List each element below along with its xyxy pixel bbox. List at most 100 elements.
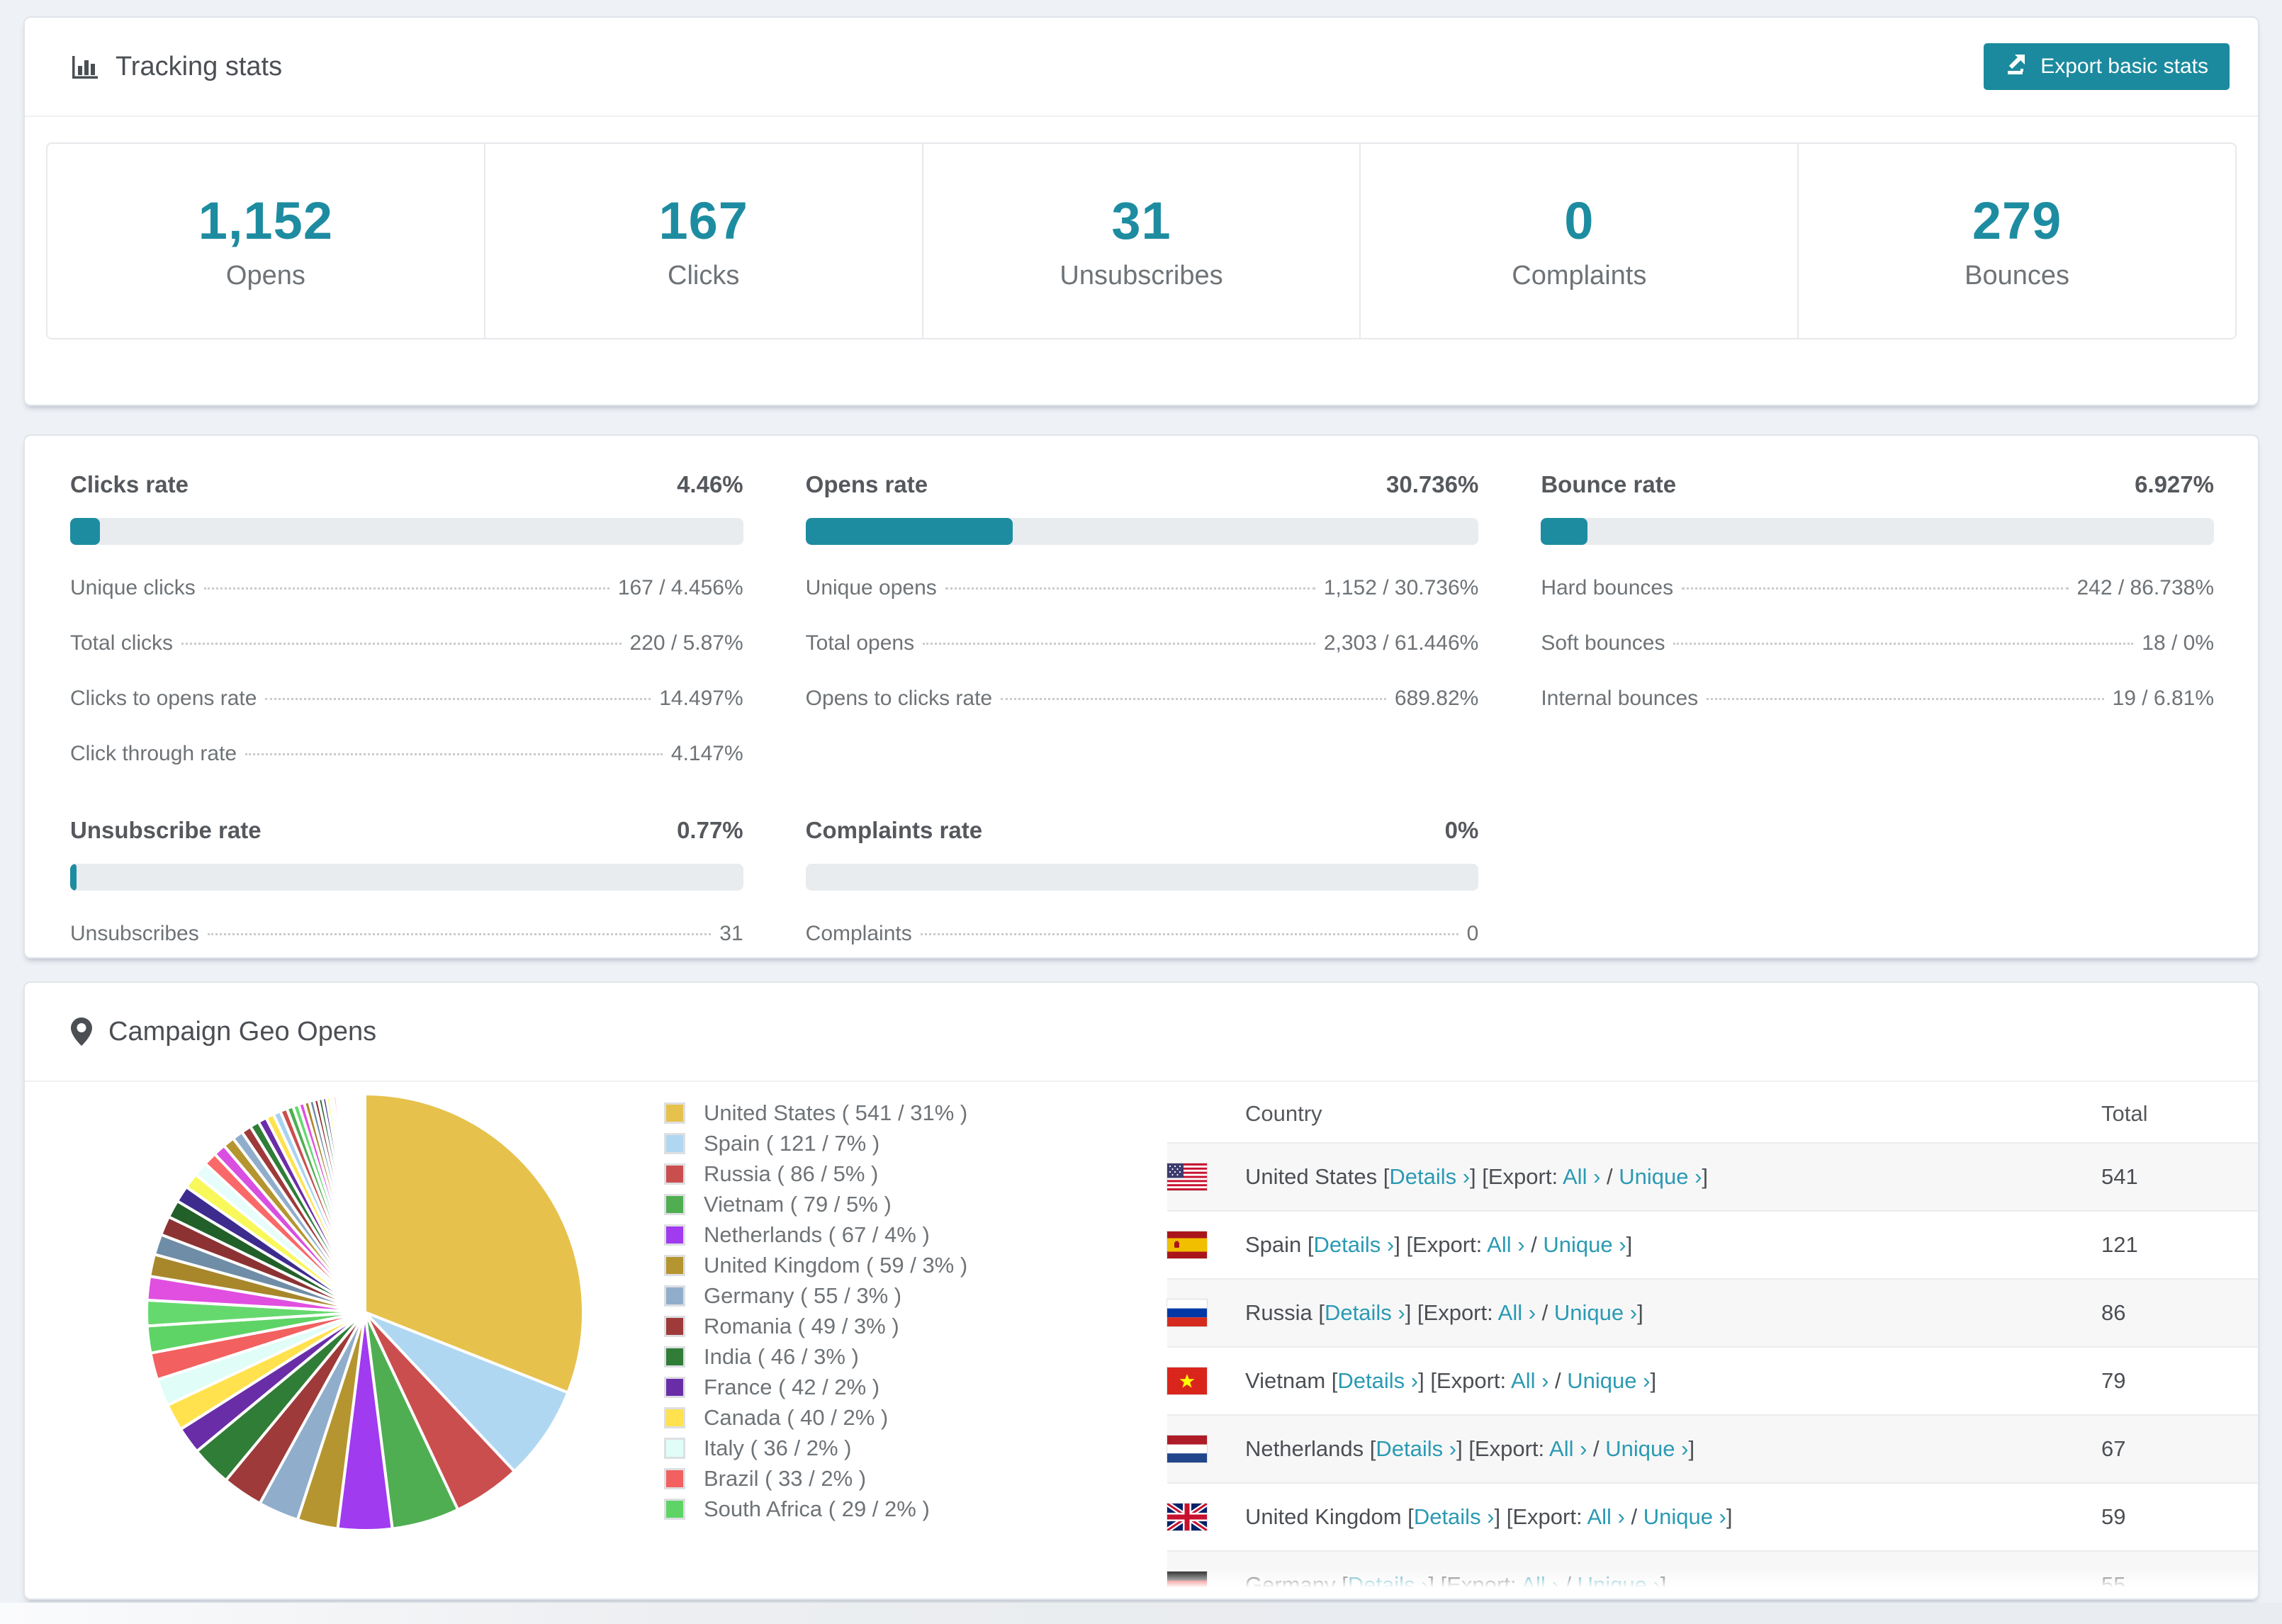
- details-link[interactable]: Details ›: [1325, 1300, 1405, 1325]
- export-all-link[interactable]: All ›: [1511, 1368, 1548, 1393]
- country-links: Germany [Details ›] [Export: All › / Uni…: [1245, 1572, 1667, 1597]
- vn-flag-icon: [1167, 1368, 1207, 1394]
- rate-detail-label: Internal bounces: [1541, 687, 1699, 710]
- rate-detail-value: 0: [1466, 922, 1479, 945]
- legend-label: France ( 42 / 2% ): [704, 1374, 880, 1399]
- page-title: Tracking stats: [116, 51, 283, 81]
- rate-detail-value: 31: [719, 922, 743, 945]
- legend-swatch: [664, 1254, 685, 1276]
- geo-table-header: Country Total: [1167, 1086, 2258, 1142]
- rate-progress-track: [70, 864, 743, 891]
- country-cell: Russia [Details ›] [Export: All › / Uniq…: [1167, 1299, 2101, 1326]
- dotted-leader: [245, 753, 663, 755]
- stat-box-unsubscribes: 31 Unsubscribes: [921, 144, 1360, 338]
- country-cell: Netherlands [Details ›] [Export: All › /…: [1167, 1436, 2101, 1462]
- country-links: Russia [Details ›] [Export: All › / Uniq…: [1245, 1300, 1643, 1325]
- clicks-rate-block: Clicks rate 4.46% Unique clicks 167 / 4.…: [70, 471, 743, 766]
- legend-label: Germany ( 55 / 3% ): [704, 1282, 902, 1308]
- stat-boxes-row: 1,152 Opens 167 Clicks 31 Unsubscribes 0 Co…: [46, 142, 2237, 339]
- legend-item: Russia ( 86 / 5% ): [664, 1158, 967, 1189]
- rate-detail-label: Click through rate: [70, 742, 237, 765]
- legend-swatch: [664, 1498, 685, 1520]
- legend-swatch: [664, 1132, 685, 1154]
- dotted-leader: [1707, 698, 2104, 700]
- stat-box-clicks: 167 Clicks: [483, 144, 922, 338]
- legend-label: South Africa ( 29 / 2% ): [704, 1496, 930, 1521]
- rates-grid: Clicks rate 4.46% Unique clicks 167 / 4.…: [25, 436, 2258, 946]
- export-unique-link[interactable]: Unique ›: [1567, 1368, 1650, 1393]
- rate-value: 6.927%: [2135, 471, 2214, 497]
- rate-detail-row: Opens to clicks rate 689.82%: [806, 687, 1479, 711]
- export-unique-link[interactable]: Unique ›: [1605, 1436, 1688, 1461]
- export-unique-link[interactable]: Unique ›: [1643, 1504, 1726, 1529]
- legend-swatch: [664, 1102, 685, 1124]
- legend-swatch: [664, 1376, 685, 1398]
- legend-swatch: [664, 1193, 685, 1215]
- stat-box-complaints: 0 Complaints: [1359, 144, 1797, 338]
- legend-label: Spain ( 121 / 7% ): [704, 1130, 880, 1156]
- rate-detail-value: 4.147%: [670, 742, 743, 765]
- export-basic-stats-button[interactable]: Export basic stats: [1984, 43, 2230, 90]
- details-link[interactable]: Details ›: [1314, 1232, 1395, 1257]
- export-all-link[interactable]: All ›: [1521, 1572, 1558, 1597]
- rate-detail-value: 167 / 4.456%: [617, 576, 743, 599]
- rate-detail-value: 19 / 6.81%: [2112, 687, 2214, 710]
- country-cell: Spain [Details ›] [Export: All › / Uniqu…: [1167, 1231, 2101, 1258]
- legend-item: Italy ( 36 / 2% ): [664, 1433, 967, 1463]
- rate-title: Complaints rate: [805, 817, 983, 843]
- details-link[interactable]: Details ›: [1414, 1504, 1495, 1529]
- export-all-link[interactable]: All ›: [1498, 1300, 1536, 1325]
- legend-label: Italy ( 36 / 2% ): [704, 1435, 852, 1460]
- export-all-link[interactable]: All ›: [1549, 1436, 1587, 1461]
- geo-title-row: Campaign Geo Opens: [70, 1017, 376, 1047]
- country-links: Netherlands [Details ›] [Export: All › /…: [1245, 1436, 1695, 1461]
- geo-opens-pie-chart: [142, 1089, 588, 1535]
- legend-label: Netherlands ( 67 / 4% ): [704, 1222, 930, 1247]
- unsubscribe-rate-block: Unsubscribe rate 0.77% Unsubscribes 31: [70, 817, 743, 946]
- dotted-leader: [1673, 643, 2134, 645]
- stat-value: 279: [1972, 191, 2062, 250]
- rate-title: Clicks rate: [70, 471, 189, 497]
- tracking-stats-title-row: Tracking stats: [70, 52, 282, 82]
- table-row-vn: Vietnam [Details ›] [Export: All › / Uni…: [1167, 1346, 2258, 1414]
- export-unique-link[interactable]: Unique ›: [1554, 1300, 1637, 1325]
- details-link[interactable]: Details ›: [1337, 1368, 1418, 1393]
- export-unique-link[interactable]: Unique ›: [1543, 1232, 1626, 1257]
- legend-swatch: [664, 1315, 685, 1337]
- stat-box-opens: 1,152 Opens: [47, 144, 484, 338]
- export-icon: [2005, 52, 2029, 81]
- rate-title-row: Bounce rate 6.927%: [1541, 471, 2214, 498]
- total-cell: 55: [2101, 1572, 2126, 1597]
- rate-detail-label: Soft bounces: [1541, 631, 1665, 655]
- rate-title: Bounce rate: [1541, 471, 1677, 497]
- complaints-rate-block: Complaints rate 0% Complaints 0: [805, 817, 1479, 946]
- table-row-de: Germany [Details ›] [Export: All › / Uni…: [1167, 1550, 2258, 1598]
- rate-value: 30.736%: [1386, 471, 1479, 497]
- legend-item: Vietnam ( 79 / 5% ): [664, 1189, 967, 1219]
- legend-label: India ( 46 / 3% ): [704, 1343, 859, 1369]
- tracking-stats-page: { "colors":{ "accent":"#1D8CA1","button"…: [0, 0, 2282, 1624]
- map-pin-icon: [70, 1017, 93, 1047]
- campaign-geo-opens-card: Campaign Geo Opens United States ( 541 /…: [23, 981, 2259, 1600]
- export-unique-link[interactable]: Unique ›: [1619, 1164, 1702, 1189]
- details-link[interactable]: Details ›: [1376, 1436, 1456, 1461]
- export-all-link[interactable]: All ›: [1587, 1504, 1624, 1529]
- pie-legend: United States ( 541 / 31% ) Spain ( 121 …: [664, 1098, 967, 1524]
- rate-detail-label: Total clicks: [70, 631, 174, 655]
- export-unique-link[interactable]: Unique ›: [1578, 1572, 1660, 1597]
- export-all-link[interactable]: All ›: [1563, 1164, 1600, 1189]
- details-link[interactable]: Details ›: [1389, 1164, 1470, 1189]
- rate-value: 0%: [1444, 817, 1479, 843]
- stat-label: Bounces: [1965, 261, 2070, 291]
- dotted-leader: [923, 643, 1315, 645]
- rate-detail-label: Unique opens: [805, 576, 937, 599]
- country-links: Spain [Details ›] [Export: All › / Uniqu…: [1245, 1232, 1633, 1257]
- stat-value: 167: [658, 191, 748, 250]
- details-link[interactable]: Details ›: [1348, 1572, 1429, 1597]
- export-all-link[interactable]: All ›: [1487, 1232, 1524, 1257]
- dotted-leader: [203, 587, 609, 590]
- rate-detail-value: 14.497%: [659, 687, 743, 710]
- total-cell: 79: [2101, 1368, 2126, 1393]
- rates-card: Clicks rate 4.46% Unique clicks 167 / 4.…: [23, 434, 2259, 959]
- es-flag-icon: [1167, 1231, 1207, 1258]
